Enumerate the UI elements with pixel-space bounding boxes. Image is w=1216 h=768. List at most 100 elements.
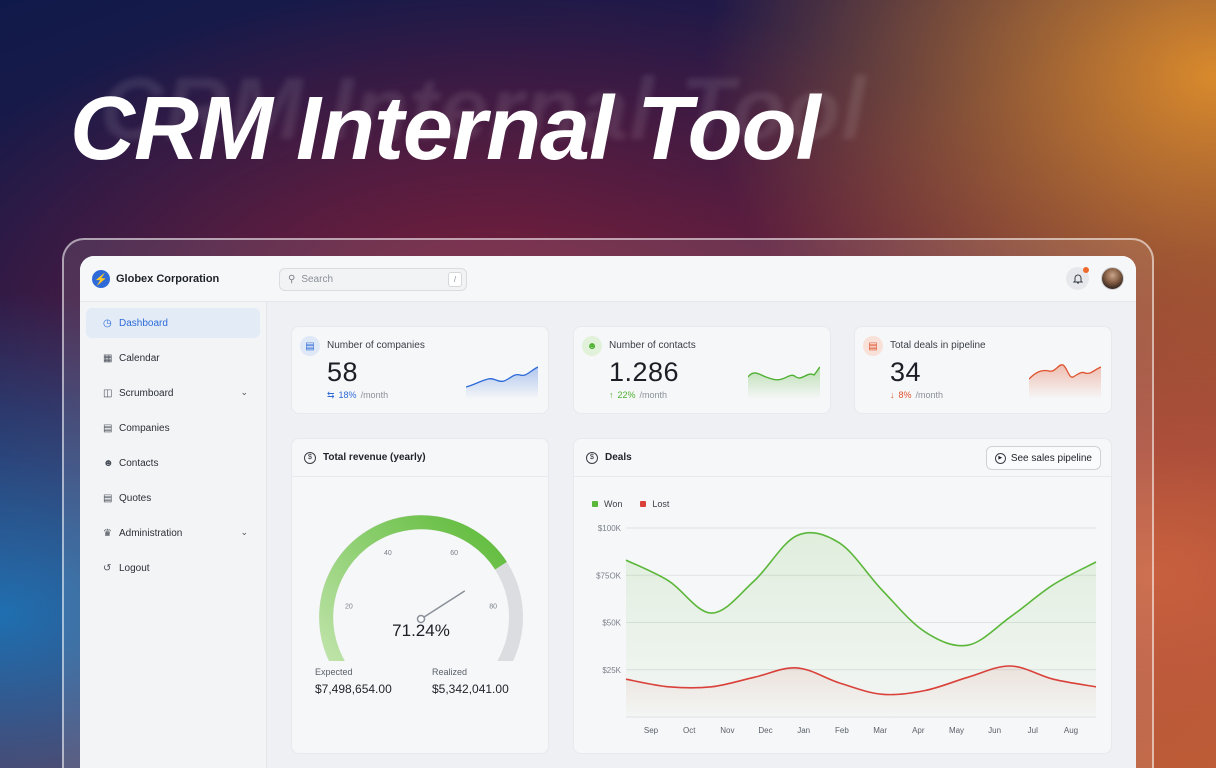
revenue-title: Total revenue (yearly)	[323, 452, 426, 463]
sidebar-item-scrumboard[interactable]: ◫ Scrumboard ⌄	[86, 378, 260, 408]
stat-value: 1.286	[609, 357, 680, 387]
sidebar-item-administration[interactable]: ♛ Administration ⌄	[86, 518, 260, 548]
chevron-down-icon: ⌄	[240, 387, 248, 397]
deals-line-chart: $100K $75OK $50K $25K Sep Oct Nov Dec Jan Feb Mar A…	[596, 524, 1097, 735]
logout-icon: ↺	[103, 562, 112, 574]
brand[interactable]: ⚡ Globex Corporation	[92, 270, 219, 288]
lightning-logo-icon: ⚡	[92, 270, 110, 288]
brand-name: Globex Corporation	[116, 273, 220, 285]
stat-label: Number of companies	[327, 340, 425, 351]
sidebar-item-contacts[interactable]: ☻ Contacts	[86, 448, 260, 478]
chevron-down-icon: ⌄	[240, 527, 248, 537]
gauge-tick-label: 60	[450, 550, 458, 557]
contacts-icon: ☻	[103, 457, 114, 469]
notification-badge	[1083, 267, 1089, 273]
trend-period: /month	[915, 390, 944, 400]
sidebar-item-calendar[interactable]: ▦ Calendar	[86, 343, 260, 373]
document-icon: ▤	[863, 336, 883, 356]
gauge-tick-label: 80	[489, 604, 497, 611]
search-placeholder: Search	[301, 274, 334, 285]
arrow-up-icon: ↑	[609, 390, 614, 400]
revenue-card: $ Total revenue (yearly) 020406080100 71…	[291, 438, 549, 754]
stat-trend: ↓ 8% /month	[890, 390, 943, 400]
sidebar-item-label: Administration	[119, 527, 183, 539]
gauge-tick-labels: 020406080100	[345, 550, 497, 611]
bell-icon	[1072, 274, 1083, 284]
dashboard-icon: ◷	[103, 317, 112, 329]
sparkline-companies	[466, 366, 538, 399]
x-tick-label: Apr	[912, 726, 925, 735]
building-icon: ▤	[300, 336, 320, 356]
sidebar-item-label: Calendar	[119, 352, 160, 364]
sidebar: ◷ Dashboard ▦ Calendar ◫ Scrumboard ⌄ ▤ …	[80, 302, 267, 768]
sidebar-item-quotes[interactable]: ▤ Quotes	[86, 483, 260, 513]
gauge-needle	[420, 590, 466, 620]
expected-value: $7,498,654.00	[315, 682, 392, 696]
avatar[interactable]	[1101, 267, 1124, 290]
stat-trend: ↑ 22% /month	[609, 390, 667, 400]
realized-block: Realized $5,342,041.00	[432, 667, 509, 696]
x-tick-label: Feb	[835, 726, 849, 735]
x-tick-label: May	[949, 726, 964, 735]
sidebar-item-label: Logout	[119, 562, 150, 574]
trend-percent: 18%	[338, 390, 357, 400]
stat-value: 34	[890, 357, 922, 387]
stat-value: 58	[327, 357, 359, 387]
stat-label: Number of contacts	[609, 340, 696, 351]
stat-card-contacts: ☻ Number of contacts 1.286 ↑ 22% /month	[573, 326, 831, 414]
swap-arrows-icon: ⇆	[327, 390, 335, 400]
crm-app-window: ⚡ Globex Corporation ⚲ Search / ◷ Dashbo…	[80, 256, 1136, 768]
deals-card: $ Deals ▶ See sales pipeline Won Lost $1…	[573, 438, 1112, 754]
x-tick-label: Mar	[873, 726, 887, 735]
search-input[interactable]: ⚲ Search /	[279, 268, 467, 291]
sidebar-item-label: Contacts	[119, 457, 159, 469]
x-tick-label: Aug	[1064, 726, 1078, 735]
sidebar-item-companies[interactable]: ▤ Companies	[86, 413, 260, 443]
revenue-card-header: $ Total revenue (yearly)	[292, 439, 548, 477]
dollar-icon: $	[304, 451, 316, 464]
sidebar-item-dashboard[interactable]: ◷ Dashboard	[86, 308, 260, 338]
board-icon: ◫	[103, 387, 113, 399]
y-tick-label: $25K	[602, 666, 621, 675]
sparkline-contacts	[748, 366, 820, 399]
sidebar-item-logout[interactable]: ↺ Logout	[86, 553, 260, 583]
sidebar-item-label: Dashboard	[119, 317, 168, 329]
contacts-icon: ☻	[582, 336, 602, 356]
crown-icon: ♛	[103, 527, 112, 539]
trend-percent: 22%	[617, 390, 636, 400]
gauge-fill	[319, 515, 507, 661]
x-tick-label: Jan	[797, 726, 810, 735]
trend-period: /month	[360, 390, 389, 400]
calendar-icon: ▦	[103, 352, 113, 364]
trend-period: /month	[639, 390, 668, 400]
sparkline-deals	[1029, 364, 1101, 399]
revenue-gauge: 020406080100 71.24%	[319, 515, 523, 661]
gauge-tick-label: 20	[345, 604, 353, 611]
realized-label: Realized	[432, 667, 468, 677]
notifications-button[interactable]	[1066, 267, 1089, 290]
expected-block: Expected $7,498,654.00	[315, 667, 392, 696]
x-tick-label: Nov	[720, 726, 734, 735]
stat-card-companies: ▤ Number of companies 58 ⇆ 18% /month	[291, 326, 549, 414]
search-shortcut-key: /	[448, 272, 462, 287]
x-tick-label: Jul	[1028, 726, 1038, 735]
y-tick-label: $75OK	[596, 571, 622, 580]
gauge-percent: 71.24%	[392, 621, 450, 640]
trend-percent: 8%	[898, 390, 912, 400]
hero-title: CRM Internal Tool	[70, 79, 821, 179]
arrow-down-icon: ↓	[890, 390, 895, 400]
realized-value: $5,342,041.00	[432, 682, 509, 696]
sidebar-item-label: Scrumboard	[119, 387, 174, 399]
building-icon: ▤	[103, 422, 113, 434]
expected-label: Expected	[315, 667, 353, 677]
x-tick-label: Dec	[758, 726, 772, 735]
sidebar-item-label: Companies	[119, 422, 170, 434]
x-tick-label: Oct	[683, 726, 696, 735]
y-tick-label: $100K	[598, 524, 622, 533]
stat-card-deals: ▤ Total deals in pipeline 34 ↓ 8% /month	[854, 326, 1112, 414]
x-tick-label: Sep	[644, 726, 659, 735]
stat-label: Total deals in pipeline	[890, 340, 986, 351]
search-icon: ⚲	[288, 274, 296, 285]
stat-trend: ⇆ 18% /month	[327, 390, 388, 401]
x-tick-label: Jun	[988, 726, 1001, 735]
